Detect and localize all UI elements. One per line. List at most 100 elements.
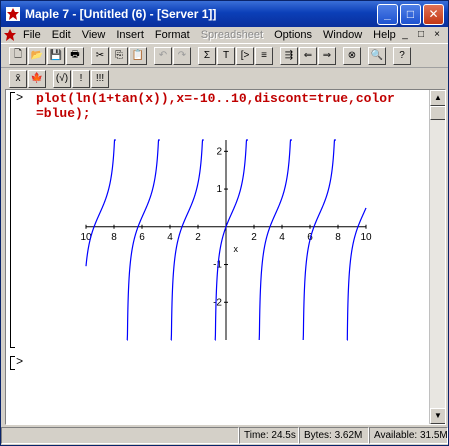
prompt-button[interactable]: [> <box>236 46 254 65</box>
section-icon: ≡ <box>261 50 267 61</box>
curve-branch <box>258 139 292 341</box>
help-button[interactable]: ? <box>393 46 411 65</box>
indent-right-icon: ⇒ <box>322 50 332 61</box>
open-icon: 📂 <box>30 50 44 61</box>
doc-restore-button[interactable]: □ <box>414 28 428 41</box>
x-tick-label: 4 <box>167 232 173 243</box>
doc-minimize-button[interactable]: _ <box>398 28 412 41</box>
scroll-down-icon[interactable]: ▼ <box>430 408 445 424</box>
execute-button[interactable]: ! <box>72 69 90 88</box>
stop-button[interactable]: ⊗ <box>343 46 361 65</box>
copy-button[interactable]: ⎘ <box>110 46 128 65</box>
indent-left-icon: ⇐ <box>303 50 313 61</box>
sigma-icon: Σ <box>203 50 211 61</box>
math-input-icon: (√) <box>55 73 69 84</box>
subsection-button[interactable]: ⇶ <box>280 46 298 65</box>
prompt-icon: [> <box>240 50 250 61</box>
curve-branch <box>214 139 248 341</box>
menu-options[interactable]: Options <box>274 29 312 41</box>
subsection-icon: ⇶ <box>284 50 294 61</box>
cut-icon: ✂ <box>95 50 105 61</box>
status-bar: Time: 24.5s Bytes: 3.62M Available: 31.5… <box>1 427 448 445</box>
redo-icon: ↷ <box>177 50 187 61</box>
zoom-icon: 🔍 <box>370 50 384 61</box>
empty-group-bracket[interactable] <box>10 356 15 370</box>
document-controls: _ □ × <box>396 28 444 41</box>
text-icon: T <box>222 50 230 61</box>
title-bar[interactable]: Maple 7 - [Untitled (6) - [Server 1]] _ … <box>1 1 448 27</box>
x-axis-label: x <box>234 244 239 254</box>
menu-insert[interactable]: Insert <box>116 29 144 41</box>
text-button[interactable]: T <box>217 46 235 65</box>
x-tick-label: 4 <box>279 232 285 243</box>
main-toolbar: 🗋 📂 💾 🖶 ✂ ⎘ 📋 ↶ ↷ Σ T [> ≡ ⇶ ⇐ ⇒ ⊗ 🔍? <box>1 43 448 67</box>
x-tick-label: 8 <box>335 232 341 243</box>
x-tick-label: 10 <box>360 232 372 243</box>
print-icon: 🖶 <box>70 49 80 60</box>
document-menu-icon[interactable] <box>3 28 17 42</box>
x-tick-label: 2 <box>251 232 257 243</box>
maximize-icon: □ <box>406 7 415 21</box>
x-tick-label: 6 <box>139 232 145 243</box>
maximize-button[interactable]: □ <box>400 3 421 25</box>
maple-window: Maple 7 - [Untitled (6) - [Server 1]] _ … <box>0 0 449 446</box>
scroll-up-icon[interactable]: ▲ <box>430 90 445 106</box>
vertical-scrollbar[interactable]: ▲ ▼ <box>429 90 445 424</box>
scroll-thumb[interactable] <box>430 106 445 120</box>
indent-left-button[interactable]: ⇐ <box>299 46 317 65</box>
save-icon: 💾 <box>49 50 63 61</box>
minimize-icon: _ <box>384 7 391 21</box>
menu-help[interactable]: Help <box>373 29 396 41</box>
redo-button[interactable]: ↷ <box>173 46 191 65</box>
plot-output[interactable]: 10 8 6 4 2 2 4 6 8 10x21-1-2 <box>76 130 376 350</box>
save-button[interactable]: 💾 <box>47 46 65 65</box>
section-button[interactable]: ≡ <box>255 46 273 65</box>
menu-edit[interactable]: Edit <box>52 29 71 41</box>
maple-leaf-icon: 🍁 <box>30 73 44 84</box>
close-icon: ✕ <box>428 7 439 21</box>
paste-button[interactable]: 📋 <box>129 46 147 65</box>
minimize-button[interactable]: _ <box>377 3 398 25</box>
y-tick-label: 1 <box>216 184 222 195</box>
palette-button[interactable]: x̄ <box>9 69 27 88</box>
execution-group-bracket[interactable] <box>10 92 15 348</box>
new-icon: 🗋 <box>13 49 23 60</box>
execute-all-button[interactable]: !!! <box>91 69 109 88</box>
print-button[interactable]: 🖶 <box>66 46 84 65</box>
menu-spreadsheet[interactable]: Spreadsheet <box>201 29 263 41</box>
y-tick-label: 2 <box>216 146 222 157</box>
undo-button[interactable]: ↶ <box>154 46 172 65</box>
zoom-button[interactable]: 🔍 <box>368 46 386 65</box>
new-button[interactable]: 🗋 <box>9 46 27 65</box>
context-toolbar: x̄ 🍁 (√)!!!! <box>1 67 448 89</box>
palette-icon: x̄ <box>15 73 21 84</box>
x-tick-label: 2 <box>195 232 201 243</box>
close-button[interactable]: ✕ <box>423 3 444 25</box>
open-button[interactable]: 📂 <box>28 46 46 65</box>
y-tick-label: -2 <box>213 297 222 308</box>
status-available: Available: 31.5M <box>369 427 448 444</box>
empty-prompt[interactable]: > <box>16 355 23 369</box>
sigma-button[interactable]: Σ <box>198 46 216 65</box>
command-line-2[interactable]: =blue); <box>36 106 91 121</box>
menu-file[interactable]: File <box>23 29 41 41</box>
status-empty <box>1 427 239 444</box>
window-title: Maple 7 - [Untitled (6) - [Server 1]] <box>25 7 217 21</box>
indent-right-button[interactable]: ⇒ <box>318 46 336 65</box>
math-input-button[interactable]: (√) <box>53 69 71 88</box>
curve-branch <box>346 207 367 341</box>
worksheet[interactable]: > plot(ln(1+tan(x)),x=-10..10,discont=tr… <box>5 89 446 425</box>
doc-close-button[interactable]: × <box>430 28 444 41</box>
curve-branch <box>85 139 116 267</box>
menu-format[interactable]: Format <box>155 29 190 41</box>
maple-app-icon[interactable] <box>5 6 21 22</box>
menu-window[interactable]: Window <box>323 29 362 41</box>
status-bytes: Bytes: 3.62M <box>299 427 369 444</box>
cut-button[interactable]: ✂ <box>91 46 109 65</box>
execute-icon: ! <box>79 73 83 84</box>
command-line-1[interactable]: plot(ln(1+tan(x)),x=-10..10,discont=true… <box>36 91 395 106</box>
menu-view[interactable]: View <box>82 29 106 41</box>
input-prompt: > <box>16 91 24 105</box>
maple-leaf-button[interactable]: 🍁 <box>28 69 46 88</box>
paste-icon: 📋 <box>131 50 145 61</box>
